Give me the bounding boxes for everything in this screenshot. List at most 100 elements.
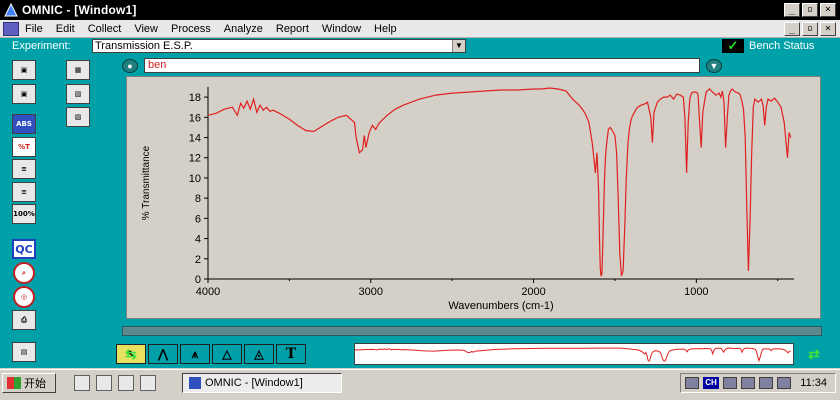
experiment-value: Transmission E.S.P. [95,40,193,52]
omnic-app-icon [189,377,201,389]
spectrum-info-icon[interactable]: ● [122,59,138,73]
restore-button[interactable]: ▫ [802,3,818,17]
taskbar: 开始 OMNIC - [Window1] CH 11:34 [0,369,840,400]
collect-sample-icon[interactable]: ▣ [12,60,36,80]
x-tick-label: 2000 [521,286,545,298]
close-button[interactable]: × [820,3,836,17]
experiment-bar: Experiment: Transmission E.S.P. ▼ ✓ Benc… [0,38,840,54]
display-setup-icon[interactable]: ▦ [66,60,90,80]
taskbar-omnic-window[interactable]: OMNIC - [Window1] [182,373,342,393]
y-tick-label: 6 [195,213,201,225]
baseline-correct-icon[interactable]: ≡ [12,159,36,179]
overview-chart [354,347,791,363]
document-menu-icon[interactable] [3,21,19,36]
y-tick-label: 0 [195,274,201,286]
report-icon[interactable]: ▤ [12,342,36,362]
baseline-tool-icon[interactable]: △ [212,344,242,364]
y-axis-label: % Transmittance [141,145,152,220]
checkmark-icon: ✓ [722,39,744,53]
doc-close-button[interactable]: × [820,22,836,36]
y-tick-label: 4 [195,234,201,246]
menu-help[interactable]: Help [374,23,397,35]
absorbance-icon[interactable]: ABS [12,114,36,134]
peak-tool-icon[interactable]: ⩚ [180,344,210,364]
automatic-baseline-icon[interactable]: ≡ [12,182,36,202]
bench-status-label: Bench Status [749,40,815,52]
y-tick-label: 10 [189,173,201,185]
x-axis-label: Wavenumbers (cm-1) [448,300,553,312]
y-tick-label: 16 [189,112,201,124]
display-tool-palette: ↖ ⋀ ⩚ △ ◬ T ⇆ [116,344,306,366]
spectrum-chart[interactable]: 0 2 4 6 8 10 12 14 16 18 4000 3000 2000 1000 Wavenumbe… [127,77,820,318]
start-label: 开始 [24,378,46,390]
volume-icon[interactable] [777,377,791,389]
spectrum-overview[interactable] [354,343,794,365]
zoom-tool-icon[interactable]: ◬ [244,344,274,364]
x-tick-label: 3000 [359,286,383,298]
collect-background-icon[interactable]: ▣ [12,84,36,104]
ie-icon[interactable] [74,375,90,391]
main-area: ▣ ▣ ABS %T ≡ ≡ 100% QC ⌕ ◎ ⎙ ▤ ▦ ▧ ▨ ● b… [0,54,840,368]
tray-icon[interactable] [759,377,773,389]
menu-process[interactable]: Process [171,23,211,35]
y-tick-label: 14 [189,133,201,145]
doc-restore-button[interactable]: ▫ [802,22,818,36]
window-title: OMNIC - [Window1] [22,3,137,17]
menu-report[interactable]: Report [276,23,309,35]
scroll-arrows-icon[interactable]: ⇄ [802,344,826,364]
start-button[interactable]: 开始 [2,373,56,393]
y-tick-label: 18 [189,92,201,104]
spectrum-line [207,87,792,277]
tray-icon[interactable] [723,377,737,389]
y-tick-label: 12 [189,153,201,165]
print-icon[interactable]: ⎙ [12,310,36,330]
doc-minimize-button[interactable]: _ [784,22,800,36]
spectrum-title-bar: ● ben ▼ [122,58,722,74]
minimize-button[interactable]: _ [784,3,800,17]
tray-icon[interactable] [685,377,699,389]
tray-icon[interactable] [741,377,755,389]
outlook-icon[interactable] [96,375,112,391]
spectrum-title-field[interactable]: ben [144,58,700,73]
transmittance-icon[interactable]: %T [12,137,36,157]
system-tray: CH 11:34 [680,373,836,393]
x-tick-label: 4000 [196,286,220,298]
document-window-controls: _ ▫ × [784,22,836,36]
omnic-app-icon[interactable] [4,3,18,17]
desktop-icon[interactable] [118,375,134,391]
region-tool-icon[interactable]: ⋀ [148,344,178,364]
taskbar-window-label: OMNIC - [Window1] [205,377,303,389]
chevron-down-icon[interactable]: ▼ [452,40,465,52]
spectrum-plot-panel[interactable]: 0 2 4 6 8 10 12 14 16 18 4000 3000 2000 1000 Wavenumbe… [126,76,821,319]
menu-view[interactable]: View [134,23,158,35]
expand-arrows-icon[interactable]: ⇆ [116,344,146,364]
menu-collect[interactable]: Collect [88,23,122,35]
qc-compare-icon[interactable]: QC [12,239,36,259]
clock: 11:34 [800,377,827,389]
y-tick-label: 2 [195,254,201,266]
experiment-label: Experiment: [12,40,71,52]
experiment-select[interactable]: Transmission E.S.P. ▼ [92,39,466,53]
window-controls: _ ▫ × [784,3,836,17]
search-icon[interactable]: ⌕ [13,262,35,284]
windows-logo-icon [7,377,21,389]
horizontal-scrollbar[interactable] [122,326,822,336]
menu-edit[interactable]: Edit [56,23,75,35]
title-bar: OMNIC - [Window1] _ ▫ × [0,0,840,20]
overview-spectrum-line [354,347,791,363]
media-icon[interactable] [140,375,156,391]
select-spectra-icon[interactable]: ▧ [66,84,90,104]
scale-100-icon[interactable]: 100% [12,204,36,224]
menu-window[interactable]: Window [322,23,361,35]
stack-spectra-icon[interactable]: ▨ [66,107,90,127]
menu-analyze[interactable]: Analyze [224,23,263,35]
y-tick-label: 8 [195,193,201,205]
menu-bar: File Edit Collect View Process Analyze R… [0,20,840,38]
bench-status-button[interactable]: ✓ Bench Status [722,39,814,53]
input-language-icon[interactable]: CH [703,377,719,389]
annotation-tool-icon[interactable]: T [276,344,306,364]
menu-file[interactable]: File [25,23,43,35]
library-icon[interactable]: ◎ [13,286,35,308]
chevron-down-icon[interactable]: ▼ [706,59,722,73]
x-tick-label: 1000 [684,286,708,298]
